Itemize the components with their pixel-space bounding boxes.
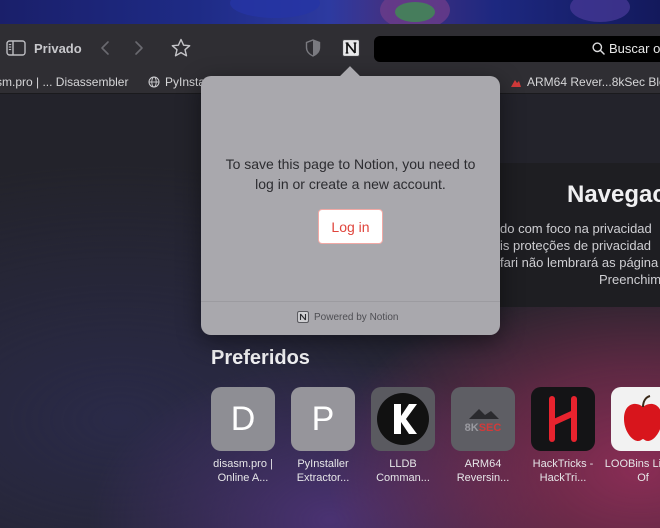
notion-logo-icon (297, 311, 309, 323)
search-field[interactable]: Buscar o (592, 41, 660, 56)
favorite-link-arm64[interactable]: ARM64 Rever...8kSec Blog (510, 75, 660, 89)
private-browsing-text: do com foco na privacidad (500, 221, 652, 236)
notion-logo-icon (341, 38, 361, 58)
address-bar[interactable]: Buscar o (374, 36, 660, 62)
favorite-tile-hacktricks[interactable]: HackTricks - HackTri... (531, 387, 595, 485)
powered-by-label: Powered by Notion (314, 311, 399, 323)
lldb-logo-icon (371, 387, 435, 451)
favorite-tile-lldb[interactable]: LLDB Comman... (371, 387, 435, 485)
login-button[interactable]: Log in (318, 209, 383, 244)
tile-label: ARM64 Reversin... (456, 458, 510, 484)
sidebar-toggle-button[interactable] (6, 39, 26, 57)
shield-icon (305, 39, 321, 57)
tile-letter-icon: D (211, 387, 275, 451)
tile-label: disasm.pro | Online A... (213, 458, 273, 484)
tile-label: PyInstaller Extractor... (296, 458, 350, 484)
sidebar-icon (6, 40, 26, 56)
star-icon (171, 38, 191, 57)
favorite-tile-arm64[interactable]: 8KSEC ARM64 Reversin... (451, 387, 515, 485)
favorite-tile-pyinstaller[interactable]: P PyInstaller Extractor... (291, 387, 355, 485)
favorite-label: ARM64 Rever...8kSec Blog (527, 75, 660, 89)
private-mode-label: Privado (34, 41, 82, 56)
tile-label: LOOBins Living Of (604, 458, 660, 484)
search-icon (592, 42, 605, 55)
desktop-wallpaper (0, 0, 660, 24)
favorite-tile-disasm[interactable]: D disasm.pro | Online A... (211, 387, 275, 485)
search-placeholder: Buscar o (609, 41, 660, 56)
popover-divider (201, 301, 500, 302)
tile-label: HackTricks - HackTri... (532, 458, 594, 484)
hacktricks-logo-icon (531, 387, 595, 451)
notion-login-message: To save this page to Notion, you need to… (225, 156, 476, 192)
forward-button[interactable] (130, 37, 148, 59)
favorites-section-title: Preferidos (211, 347, 310, 369)
favorite-tile-loobins[interactable]: LOOBins Living Of (605, 387, 660, 485)
svg-text:8KSEC: 8KSEC (465, 422, 502, 434)
chevron-right-icon (135, 41, 143, 55)
private-browsing-text: fari não lembrará as página (500, 255, 659, 270)
8ksec-logo-icon: 8KSEC (451, 387, 515, 451)
private-browsing-title: Navegac (567, 181, 660, 208)
tile-letter-icon: P (291, 387, 355, 451)
8ksec-logo-icon (510, 76, 522, 88)
add-favorite-button[interactable] (170, 37, 192, 59)
private-browsing-text: is proteções de privacidad (500, 238, 652, 253)
powered-by-notion[interactable]: Powered by Notion (297, 311, 399, 323)
chevron-left-icon (101, 41, 109, 55)
apple-logo-icon (611, 387, 660, 451)
favorite-label: sm.pro | ... Disassembler (0, 75, 129, 89)
notion-popover: To save this page to Notion, you need to… (201, 76, 500, 335)
notion-extension-button[interactable] (340, 37, 362, 59)
favorite-link-disasm[interactable]: sm.pro | ... Disassembler (0, 75, 128, 89)
browser-toolbar: Privado Buscar o (0, 24, 660, 72)
globe-icon (148, 76, 160, 88)
back-button[interactable] (96, 37, 114, 59)
privacy-report-button[interactable] (304, 38, 322, 58)
tile-label: LLDB Comman... (376, 458, 430, 484)
private-browsing-text: Preenchim (599, 272, 660, 287)
